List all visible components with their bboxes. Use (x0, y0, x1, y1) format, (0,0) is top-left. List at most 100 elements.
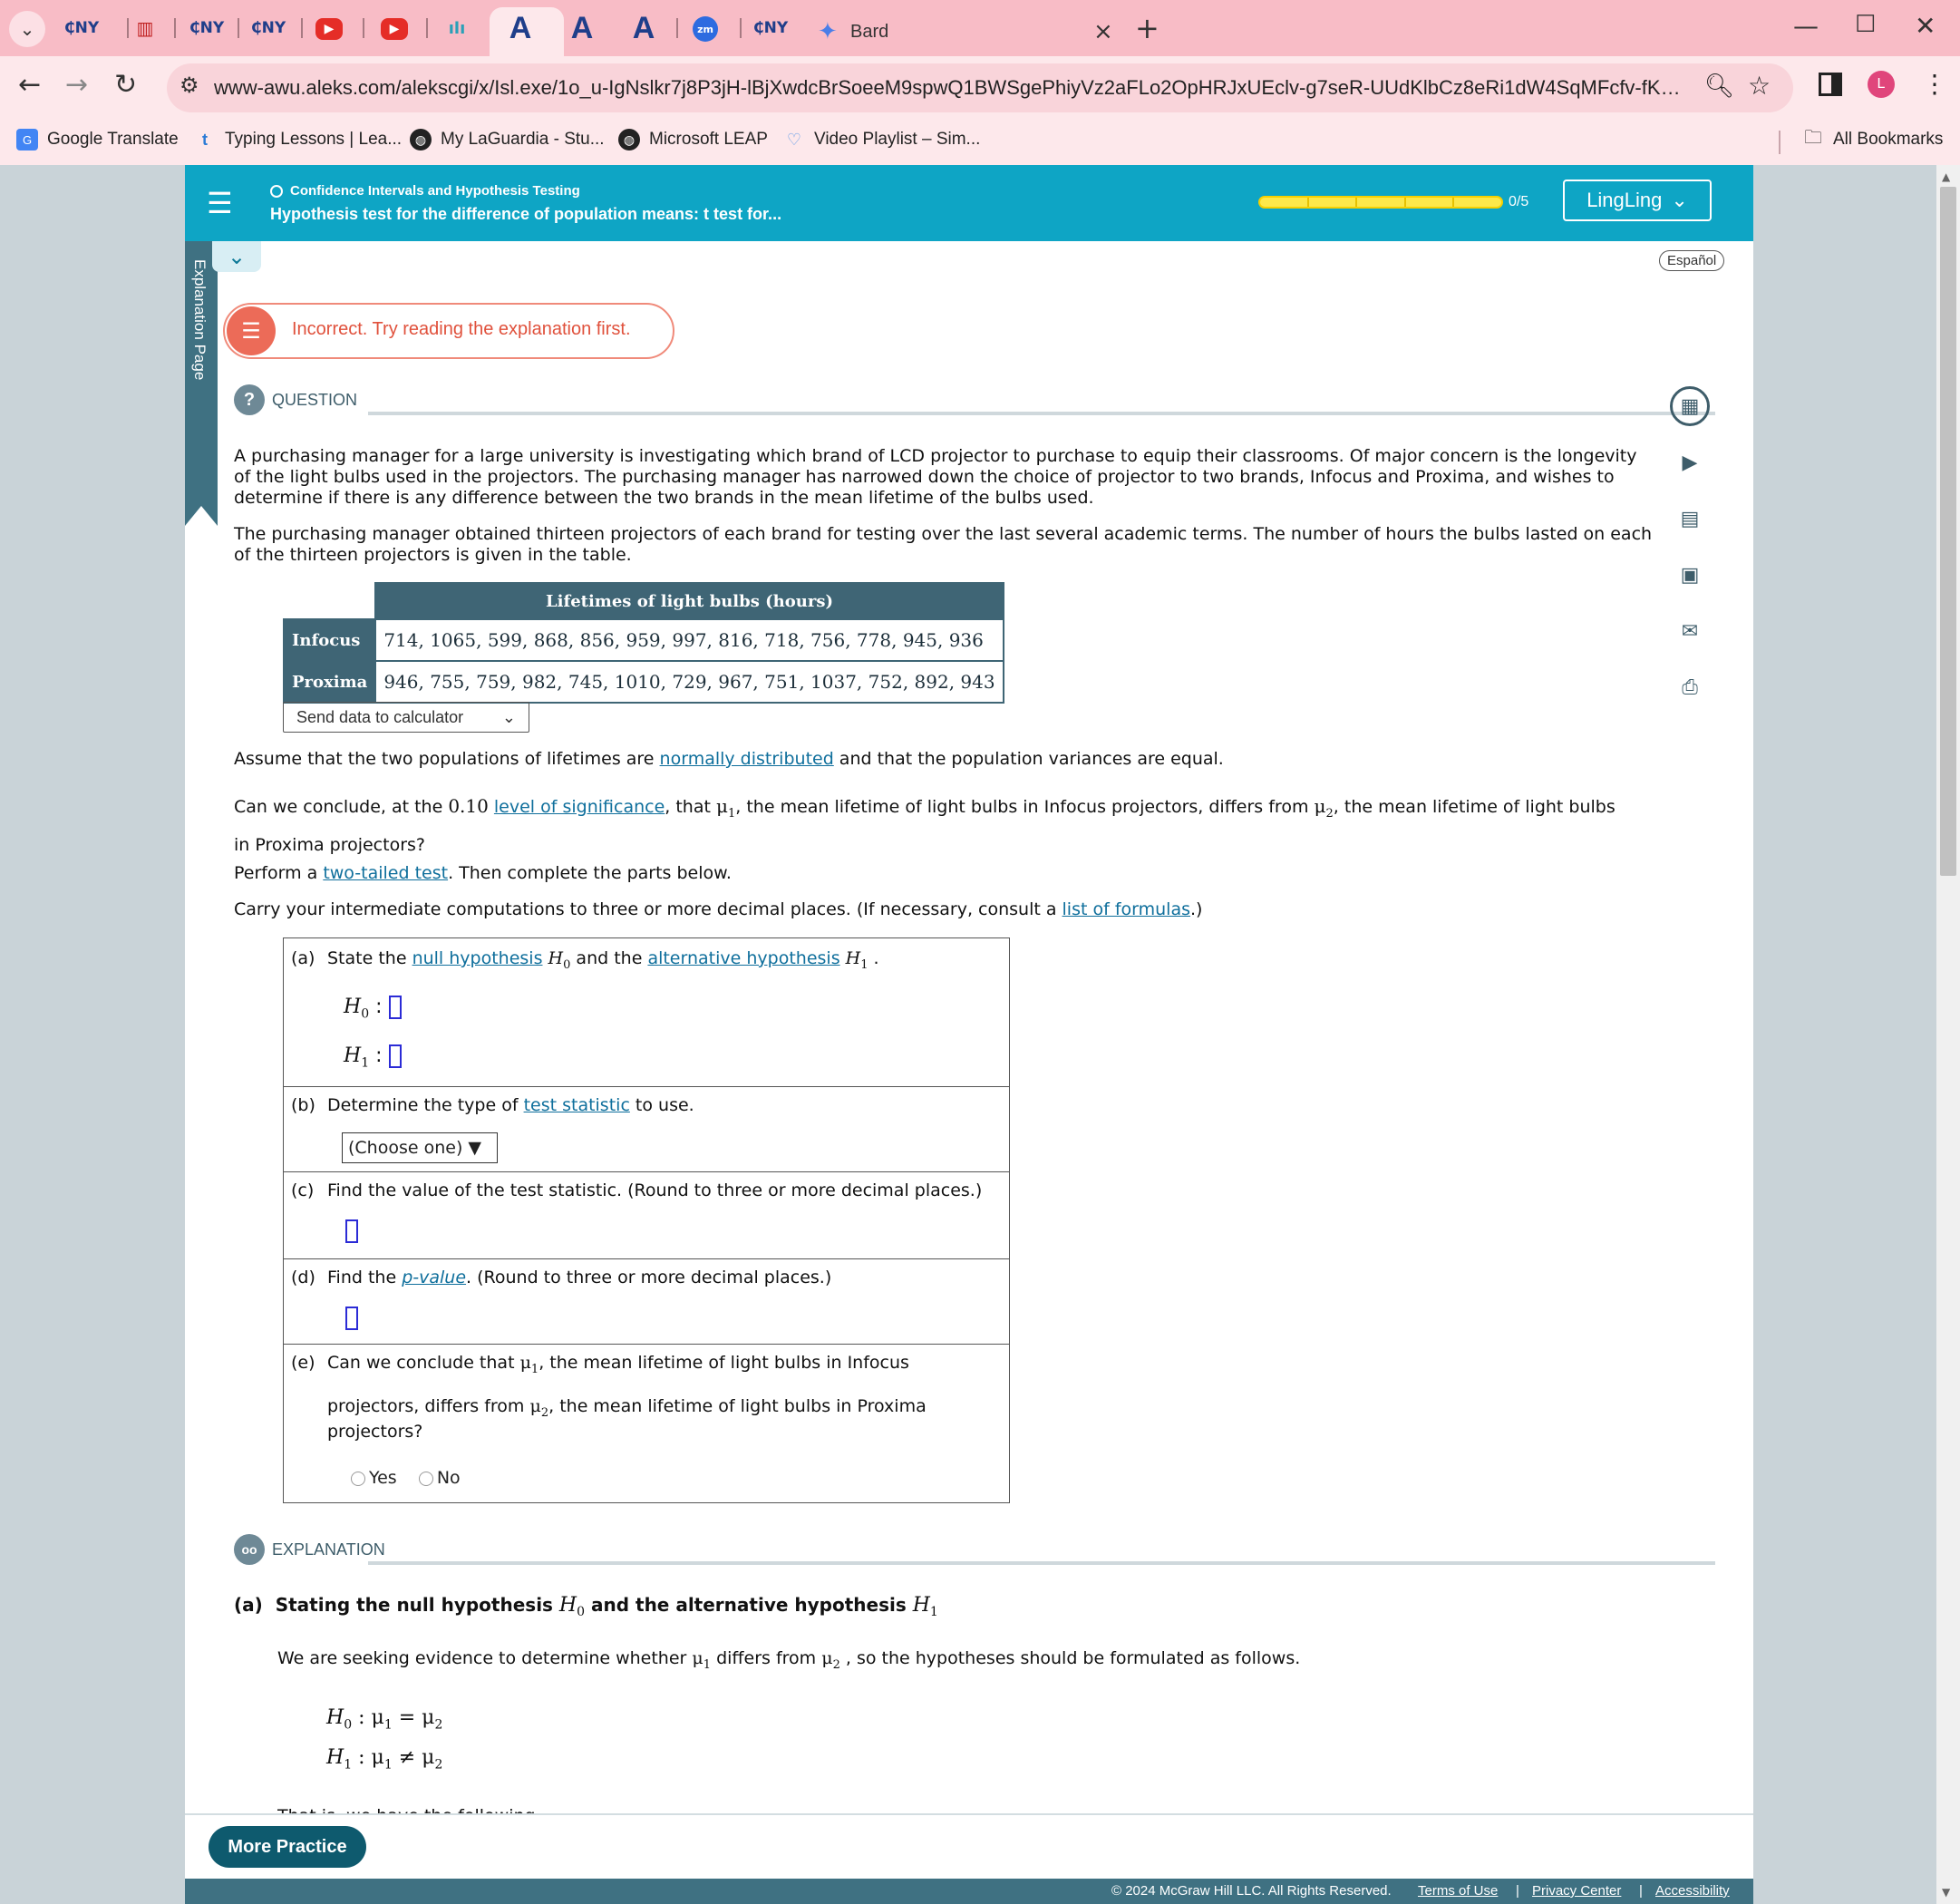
dropdown-triangle-icon: ▼ (468, 1138, 482, 1158)
accessibility-link[interactable]: Accessibility (1655, 1883, 1730, 1899)
all-bookmarks-button[interactable]: 🗀 All Bookmarks (1802, 128, 1943, 151)
h1-input[interactable] (388, 1044, 402, 1068)
send-data-dropdown[interactable]: Send data to calculator ⌄ (283, 702, 529, 733)
aleks-icon[interactable]: A (504, 11, 537, 45)
aleks-icon[interactable]: A (627, 11, 660, 45)
mail-icon[interactable]: ✉ (1670, 611, 1710, 651)
bookmarks-bar: G Google Translate t Typing Lessons | Le… (0, 120, 1960, 165)
list-of-formulas-link[interactable]: list of formulas (1062, 899, 1190, 919)
scrollbar-thumb[interactable] (1940, 187, 1956, 876)
aleks-icon[interactable]: A (566, 11, 598, 45)
new-tab-button[interactable]: + (1135, 11, 1160, 45)
url-text[interactable]: www-awu.aleks.com/alekscgi/x/Isl.exe/1o_… (214, 76, 1683, 100)
print-icon[interactable]: ⎙ (1670, 667, 1710, 707)
user-menu-button[interactable]: LingLing ⌄ (1563, 180, 1712, 221)
site-info-icon[interactable]: ⚙ (180, 73, 199, 98)
maximize-icon[interactable]: ☐ (1855, 11, 1876, 38)
explanation-part-a-heading: (a) Stating the null hypothesis H0 and t… (234, 1594, 938, 1619)
bookmark-typing-lessons[interactable]: t Typing Lessons | Lea... (194, 129, 402, 151)
footer-divider: | (1639, 1883, 1643, 1899)
profile-avatar[interactable]: L (1868, 71, 1895, 98)
null-hypothesis-link[interactable]: null hypothesis (412, 948, 543, 968)
side-panel-icon[interactable] (1819, 73, 1842, 96)
privacy-link[interactable]: Privacy Center (1532, 1883, 1621, 1899)
window-close-icon[interactable]: ✕ (1915, 11, 1936, 41)
cuny-icon[interactable]: ₵NY (753, 13, 788, 44)
tab-search-button[interactable]: ⌄ (9, 11, 45, 47)
terms-link[interactable]: Terms of Use (1418, 1883, 1498, 1899)
text-run: . Then complete the parts below. (448, 863, 732, 883)
radio-circle (418, 1471, 433, 1486)
h0-input[interactable] (388, 996, 402, 1019)
cuny-icon[interactable]: ₵NY (64, 13, 99, 44)
youtube-icon[interactable]: ▶ (315, 18, 343, 40)
video-icon[interactable]: ▶ (1670, 442, 1710, 482)
bookmark-my-laguardia[interactable]: ◍ My LaGuardia - Stu... (410, 129, 605, 151)
text-run: Find the (327, 1268, 403, 1287)
p-value-input[interactable] (345, 1307, 358, 1330)
bookmark-star-icon[interactable]: ☆ (1748, 71, 1771, 101)
explanation-page-tab[interactable]: Explanation Page (185, 241, 218, 526)
test-statistic-link[interactable]: test statistic (524, 1095, 630, 1115)
text-run: Perform a (234, 863, 324, 883)
p-value-link[interactable]: p-value (402, 1268, 466, 1287)
bookmark-video-playlist[interactable]: ♡ Video Playlist – Sim... (783, 129, 980, 151)
reload-icon[interactable]: ↻ (114, 69, 137, 101)
calculator-icon[interactable]: ▦ (1670, 386, 1710, 426)
tab-divider (301, 18, 303, 38)
test-statistic-input-wrap (345, 1219, 358, 1243)
user-name: LingLing (1586, 189, 1663, 211)
text-run: in Proxima projectors? (234, 834, 425, 855)
row-values: 714, 1065, 599, 868, 856, 959, 997, 816,… (374, 618, 1004, 662)
scroll-down-icon[interactable]: ▼ (1942, 1886, 1950, 1899)
cuny-icon[interactable]: ₵NY (189, 13, 224, 44)
cuny-icon[interactable]: ₵NY (251, 13, 286, 44)
ebook-icon[interactable]: ▤ (1670, 499, 1710, 539)
bookmark-label: My LaGuardia - Stu... (441, 130, 605, 149)
normally-distributed-link[interactable]: normally distributed (660, 749, 834, 769)
table-corner (284, 583, 376, 619)
progress-segment (1309, 198, 1358, 207)
address-bar[interactable]: ⚙ www-awu.aleks.com/alekscgi/x/Isl.exe/1… (167, 63, 1793, 112)
mu-symbol: μ (821, 1648, 833, 1668)
level-of-significance-link[interactable]: level of significance (494, 797, 665, 817)
progress-circle-icon (270, 184, 283, 198)
google-translate-icon: G (16, 129, 38, 151)
no-radio[interactable]: No (418, 1468, 461, 1488)
tab-bard[interactable]: ✦ Bard × (807, 7, 1131, 56)
h0-statement: H0 : μ1 = μ2 (326, 1706, 443, 1733)
collapse-chevron-button[interactable]: ⌄ (212, 241, 261, 272)
h-symbol: H (912, 1594, 930, 1617)
scroll-up-icon[interactable]: ▲ (1942, 170, 1950, 183)
dictionary-icon[interactable]: ▣ (1670, 555, 1710, 595)
youtube-icon[interactable]: ▶ (381, 18, 408, 40)
text-run: Can we conclude that (327, 1353, 520, 1373)
forward-arrow-icon[interactable]: → (65, 69, 88, 101)
zoom-icon[interactable]: zm (693, 16, 718, 42)
close-icon[interactable]: × (1093, 18, 1113, 45)
copyright: © 2024 McGraw Hill LLC. All Rights Reser… (1111, 1883, 1392, 1899)
assumption-text: Assume that the two populations of lifet… (234, 749, 1657, 770)
more-practice-button[interactable]: More Practice (209, 1826, 366, 1868)
espanol-button[interactable]: Español (1659, 250, 1725, 271)
more-menu-icon[interactable]: ⋮ (1922, 69, 1947, 99)
text-run: and the (570, 948, 648, 968)
menu-icon[interactable]: ☰ (207, 187, 239, 219)
bookmarks-divider (1779, 131, 1780, 154)
yes-radio[interactable]: Yes (351, 1468, 397, 1488)
minimize-icon[interactable]: — (1793, 11, 1819, 41)
two-tailed-test-link[interactable]: two-tailed test (323, 863, 448, 883)
question-mark-icon: ? (234, 384, 265, 415)
zoom-magnifier-icon[interactable]: 🔍︎ (1704, 73, 1734, 100)
section-rule (368, 412, 1715, 415)
bookmark-microsoft-leap[interactable]: ◍ Microsoft LEAP (618, 129, 768, 151)
chart-bars-icon[interactable]: ▥ (129, 13, 161, 44)
test-statistic-input[interactable] (345, 1219, 358, 1243)
page-scrollbar[interactable]: ▲ ▼ (1936, 165, 1960, 1904)
back-arrow-icon[interactable]: ← (18, 69, 41, 101)
alternative-hypothesis-link[interactable]: alternative hypothesis (647, 948, 839, 968)
audio-bars-icon[interactable]: ılı (441, 13, 473, 44)
test-statistic-select[interactable]: (Choose one) ▼ (342, 1132, 498, 1163)
bookmark-google-translate[interactable]: G Google Translate (16, 129, 179, 151)
h-symbol: H (845, 948, 861, 968)
